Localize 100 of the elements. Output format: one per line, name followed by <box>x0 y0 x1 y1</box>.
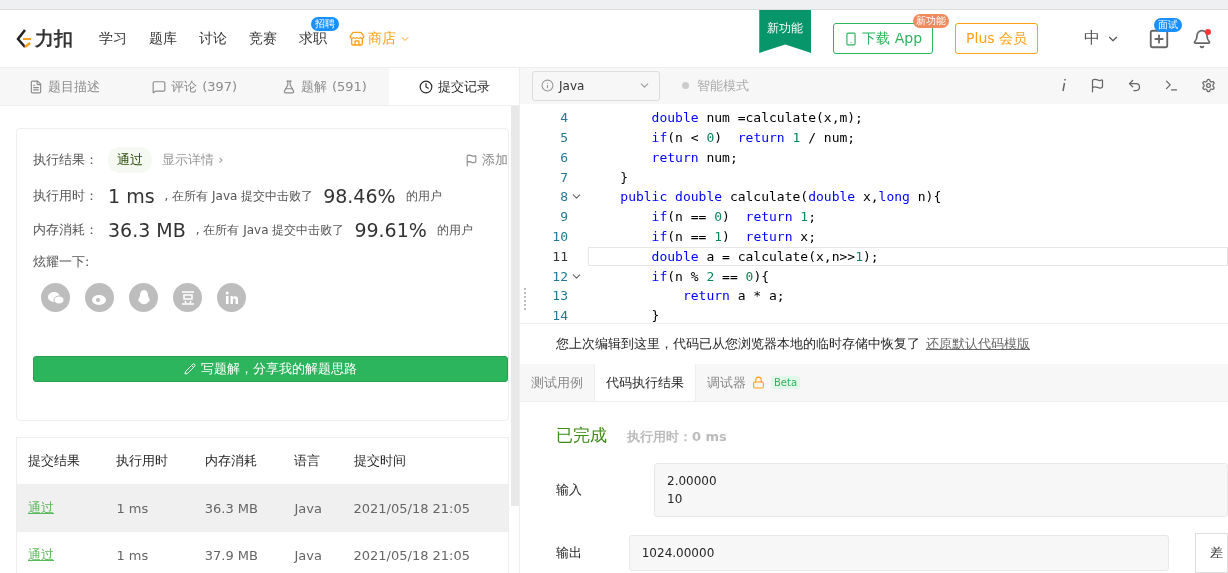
notification-button[interactable] <box>1192 28 1212 49</box>
line-number: 6 <box>559 149 568 165</box>
settings-button[interactable] <box>1201 78 1216 94</box>
code-line: } <box>650 307 661 323</box>
status-badge: 通过 <box>108 147 152 173</box>
code-line: } <box>619 168 630 187</box>
line-number: 12 <box>551 268 568 284</box>
stat-text: , 在所有 Java 提交中击败了 <box>195 221 345 239</box>
table-cell: 1 ms <box>105 484 194 532</box>
share-label: 炫耀一下: <box>33 253 90 271</box>
column-header: 执行用时 <box>105 437 194 485</box>
code-line: if(n % 2 == 0){ <box>650 267 771 286</box>
code-line: public double calculate(double x,long n){ <box>619 188 943 207</box>
details-link[interactable]: 显示详情 › <box>162 151 224 169</box>
undo-icon <box>1127 78 1142 94</box>
line-number: 10 <box>551 229 568 244</box>
panel-tab[interactable]: 评论 (397) <box>129 68 260 105</box>
beta-tag: Beta <box>771 376 801 390</box>
language-select[interactable]: Java <box>532 70 660 101</box>
stat-value: 36.3 MB <box>108 219 186 241</box>
line-number: 13 <box>551 288 568 304</box>
nav-link[interactable]: 学习 <box>99 29 127 48</box>
output-label: 输出 <box>556 544 583 562</box>
stat-label: 内存消耗： <box>33 221 98 239</box>
result-link[interactable]: 通过 <box>16 484 106 532</box>
stat-percent: 98.46% <box>323 185 396 207</box>
flag-button[interactable] <box>1090 78 1105 94</box>
bell-icon <box>1192 28 1212 49</box>
result-link[interactable]: 通过 <box>16 531 106 573</box>
panel-tab[interactable]: 题目描述 <box>0 68 130 105</box>
site-logo[interactable]: 力扣 <box>16 25 73 52</box>
shop-menu[interactable]: 商店 <box>349 29 411 48</box>
run-time: 执行用时：0 ms <box>627 428 727 446</box>
line-number: 14 <box>551 308 568 323</box>
console-button[interactable] <box>1164 78 1179 94</box>
panel-tab[interactable]: 题解 (591) <box>259 68 390 105</box>
column-header: 语言 <box>283 437 343 485</box>
phone-icon <box>844 31 859 46</box>
settings-icon <box>1201 78 1216 94</box>
flag-icon <box>1090 78 1105 94</box>
plus-member-button[interactable]: Plus 会员 <box>955 23 1038 54</box>
penguin-icon <box>136 289 151 306</box>
document-icon <box>29 79 44 94</box>
new-badge: 新功能 <box>913 14 950 28</box>
line-number: 4 <box>559 110 568 126</box>
info-button[interactable] <box>1060 78 1068 94</box>
table-cell: Java <box>283 484 343 532</box>
write-solution-button[interactable]: 写题解，分享我的解题思路 <box>33 356 508 382</box>
info-icon <box>541 79 554 93</box>
code-line: if(n == 1) return x; <box>650 228 817 246</box>
nav-link[interactable]: 求职 <box>299 29 327 48</box>
output-box: 1024.00000 <box>628 535 1169 571</box>
table-cell: 2021/05/18 21:05 <box>342 484 509 532</box>
comment-icon <box>152 79 167 94</box>
unread-dot <box>1205 28 1211 35</box>
code-line: if(n < 0) return 1 / num; <box>650 129 857 147</box>
table-cell: 36.3 MB <box>193 484 284 532</box>
clock-icon <box>418 79 433 94</box>
nav-link[interactable]: 题库 <box>149 29 177 48</box>
console-tab[interactable]: 调试器 Beta <box>696 364 812 401</box>
stat-percent: 99.61% <box>354 219 427 241</box>
code-line: double num =calculate(x,m); <box>650 109 864 128</box>
column-header: 内存消耗 <box>193 437 284 485</box>
diff-button[interactable]: 差 <box>1194 533 1228 573</box>
language-select[interactable]: 中 <box>1078 27 1126 50</box>
code-line: if(n == 0) return 1; <box>650 208 817 227</box>
stat-value: 1 ms <box>108 185 155 207</box>
line-number: 9 <box>559 209 568 225</box>
line-number: 7 <box>559 169 568 185</box>
nav-link[interactable]: 竞赛 <box>249 29 277 48</box>
input-box: 2.00000 10 <box>654 463 1228 517</box>
nav-link[interactable]: 讨论 <box>199 29 227 48</box>
panel-tab[interactable]: 提交记录 <box>389 68 519 105</box>
terminal-icon <box>1164 78 1179 94</box>
flask-icon <box>281 79 296 94</box>
in-glyph-icon <box>224 290 239 305</box>
column-header: 提交结果 <box>16 437 106 485</box>
restore-link[interactable]: 还原默认代码模版 <box>926 334 1030 353</box>
run-status: 已完成 <box>556 424 607 447</box>
add-link[interactable]: 添加 <box>465 151 508 169</box>
italic-i-icon <box>1060 78 1068 93</box>
table-cell: 2021/05/18 21:05 <box>342 531 509 573</box>
line-number: 5 <box>559 130 568 145</box>
console-tab[interactable]: 代码执行结果 <box>594 364 696 401</box>
code-line: return num; <box>650 148 739 167</box>
code-line: return a * a; <box>681 287 786 306</box>
interview-badge: 面试 <box>1154 17 1182 32</box>
new-feature-ribbon[interactable]: 新功能 <box>759 10 812 53</box>
lock-icon <box>752 376 765 390</box>
stat-label: 执行用时： <box>33 187 98 205</box>
line-number: 11 <box>551 248 568 264</box>
stat-suffix: 的用户 <box>436 221 473 239</box>
reset-button[interactable] <box>1127 78 1142 94</box>
restore-notice: 您上次编辑到这里，代码已从您浏览器本地的临时存储中恢复了 <box>556 334 920 353</box>
console-tab[interactable]: 测试用例 <box>520 364 594 401</box>
store-icon <box>349 30 365 47</box>
stat-suffix: 的用户 <box>405 187 442 205</box>
flag-icon <box>465 153 478 167</box>
result-label: 执行结果： <box>33 151 98 169</box>
smart-mode-toggle[interactable]: 智能模式 <box>676 75 755 96</box>
